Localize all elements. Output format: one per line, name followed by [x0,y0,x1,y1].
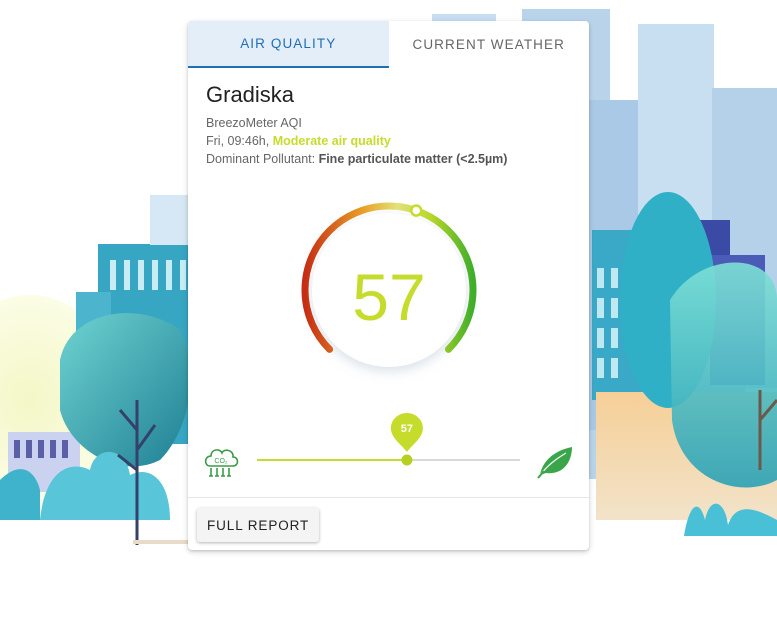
aqi-slider[interactable]: CO₂ 57 [188,411,589,491]
co2-cloud-icon: CO₂ [204,449,239,477]
air-quality-card: AIR QUALITY CURRENT WEATHER Gradiska Bre… [188,21,589,550]
leaf-icon [537,447,572,479]
aqi-value: 57 [352,260,425,334]
gauge-indicator [409,204,423,217]
aqi-gauge: 57 [301,202,477,367]
full-report-button[interactable]: FULL REPORT [197,508,320,542]
slider-value-label: 57 [401,423,413,435]
slider-pin[interactable]: 57 [390,413,423,466]
svg-text:CO₂: CO₂ [214,458,228,465]
divider [188,497,589,498]
